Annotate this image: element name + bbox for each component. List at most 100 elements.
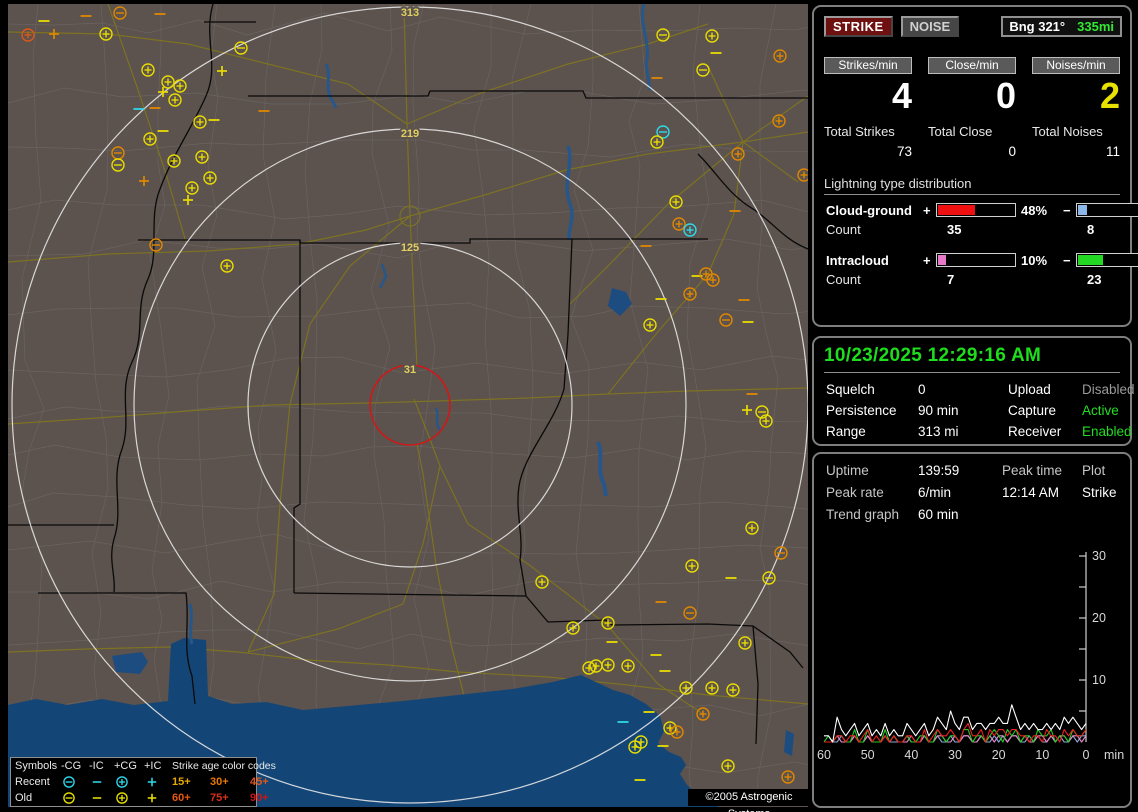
peak-time-value: 12:14 AM	[1002, 485, 1082, 500]
range-value: 313 mi	[918, 424, 1008, 439]
plot-label: Plot	[1082, 463, 1118, 478]
minus-sign: −	[1063, 253, 1076, 268]
legend-row-label: Recent	[15, 774, 61, 790]
legend-cgp-icon	[114, 774, 144, 790]
legend-age-value: 45+	[250, 774, 286, 790]
intracloud-label: Intracloud	[826, 253, 923, 268]
noises-per-min-chip: Noises/min	[1032, 57, 1120, 74]
ic-pos-pct: 10%	[1016, 253, 1063, 268]
uptime-label: Uptime	[826, 463, 918, 478]
cg-neg-count: 8	[1076, 222, 1138, 237]
strike-stats-panel: STRIKE NOISE Bng 321° 335mi Strikes/min …	[812, 5, 1132, 327]
svg-text:50: 50	[861, 748, 875, 762]
legend-row-label: Old	[15, 790, 61, 806]
capture-label: Capture	[1008, 403, 1082, 418]
legend-col-neg-cg: -CG	[61, 758, 89, 774]
legend-col-neg-ic: -IC	[89, 758, 114, 774]
cg-neg-bar	[1076, 203, 1138, 217]
legend-age-value: 75+	[210, 790, 250, 806]
svg-text:min: min	[1104, 748, 1124, 762]
uptime-value: 139:59	[918, 463, 1002, 478]
legend-cgn-icon	[61, 774, 89, 790]
svg-text:20: 20	[1092, 611, 1106, 625]
legend-age-value: 60+	[172, 790, 210, 806]
legend-symbols-header: Symbols	[15, 758, 61, 774]
svg-text:60: 60	[817, 748, 831, 762]
close-per-min-chip: Close/min	[928, 57, 1016, 74]
ic-neg-count: 23	[1076, 272, 1138, 287]
total-strikes-value: 73	[824, 144, 912, 159]
total-strikes-label: Total Strikes	[824, 124, 912, 139]
receiver-label: Receiver	[1008, 424, 1082, 439]
legend-icn-icon	[89, 790, 114, 806]
plot-value: Strike	[1082, 485, 1118, 500]
ring-label-31: 31	[404, 364, 416, 376]
svg-text:30: 30	[948, 748, 962, 762]
total-noises-value: 11	[1032, 144, 1120, 159]
peak-rate-value: 6/min	[918, 485, 1002, 500]
capture-value: Active	[1082, 403, 1135, 418]
squelch-label: Squelch	[826, 382, 918, 397]
svg-text:0: 0	[1083, 748, 1090, 762]
svg-text:40: 40	[904, 748, 918, 762]
legend-cgn-icon	[61, 790, 89, 806]
peak-time-label: Peak time	[1002, 463, 1082, 478]
range-label: Range	[826, 424, 918, 439]
cg-count-label: Count	[826, 222, 923, 237]
minus-sign: −	[1063, 203, 1076, 218]
cloud-ground-label: Cloud-ground	[826, 203, 923, 218]
legend-age-value: 15+	[172, 774, 210, 790]
legend-col-pos-ic: +IC	[144, 758, 172, 774]
legend-age-value: 90+	[250, 790, 286, 806]
upload-value: Disabled	[1082, 382, 1135, 397]
close-per-min-value: 0	[928, 77, 1016, 115]
distribution-table: Cloud-ground + 48% − 11% Count 35 8 Intr…	[826, 203, 1122, 287]
ring-label-125: 125	[401, 242, 419, 254]
ic-neg-bar	[1076, 253, 1138, 267]
svg-text:30: 30	[1092, 549, 1106, 563]
symbol-legend: Symbols -CG -IC +CG +IC Strike age color…	[10, 757, 257, 807]
datetime-display: 10/23/2025 12:29:16 AM	[824, 345, 1120, 373]
plus-sign: +	[923, 253, 936, 268]
trend-panel: Uptime 139:59 Peak time Plot Peak rate 6…	[812, 452, 1132, 808]
ring-label-313: 313	[401, 7, 419, 19]
noises-per-min-value: 2	[1032, 77, 1120, 115]
ring-label-219: 219	[401, 128, 419, 140]
bearing-range-value: 335mi	[1077, 18, 1114, 35]
plus-sign: +	[923, 203, 936, 218]
receiver-status-panel: 10/23/2025 12:29:16 AM Squelch 0 Upload …	[812, 336, 1132, 446]
distribution-title: Lightning type distribution	[824, 176, 1120, 195]
legend-icn-icon	[89, 774, 114, 790]
svg-text:10: 10	[1092, 673, 1106, 687]
legend-icp-icon	[144, 790, 172, 806]
legend-col-pos-cg: +CG	[114, 758, 144, 774]
legend-age-value: 30+	[210, 774, 250, 790]
ic-pos-count: 7	[936, 272, 1016, 287]
trend-graph-label: Trend graph	[826, 507, 918, 522]
ic-count-label: Count	[826, 272, 923, 287]
receiver-value: Enabled	[1082, 424, 1135, 439]
total-close-label: Total Close	[928, 124, 1016, 139]
peak-rate-label: Peak rate	[826, 485, 918, 500]
noise-mode-button[interactable]: NOISE	[901, 16, 959, 37]
strike-mode-button[interactable]: STRIKE	[824, 16, 893, 37]
bearing-readout: Bng 321° 335mi	[1001, 16, 1122, 37]
total-noises-label: Total Noises	[1032, 124, 1120, 139]
persistence-label: Persistence	[826, 403, 918, 418]
cg-pos-pct: 48%	[1016, 203, 1063, 218]
trend-window-value: 60 min	[918, 507, 1002, 522]
bearing-value: Bng 321°	[1009, 18, 1065, 35]
trend-graph: 1020306050403020100min	[820, 526, 1128, 776]
strikes-per-min-value: 4	[824, 77, 912, 115]
ic-pos-bar	[936, 253, 1016, 267]
svg-text:10: 10	[1035, 748, 1049, 762]
persistence-value: 90 min	[918, 403, 1008, 418]
upload-label: Upload	[1008, 382, 1082, 397]
cg-pos-count: 35	[936, 222, 1016, 237]
strikes-per-min-chip: Strikes/min	[824, 57, 912, 74]
squelch-value: 0	[918, 382, 1008, 397]
app-window: 313 219 125 31 Symbols -CG -IC +CG +IC S…	[0, 0, 1138, 812]
total-close-value: 0	[928, 144, 1016, 159]
legend-cgp-icon	[114, 790, 144, 806]
radar-map[interactable]: 313 219 125 31 Symbols -CG -IC +CG +IC S…	[8, 4, 808, 807]
